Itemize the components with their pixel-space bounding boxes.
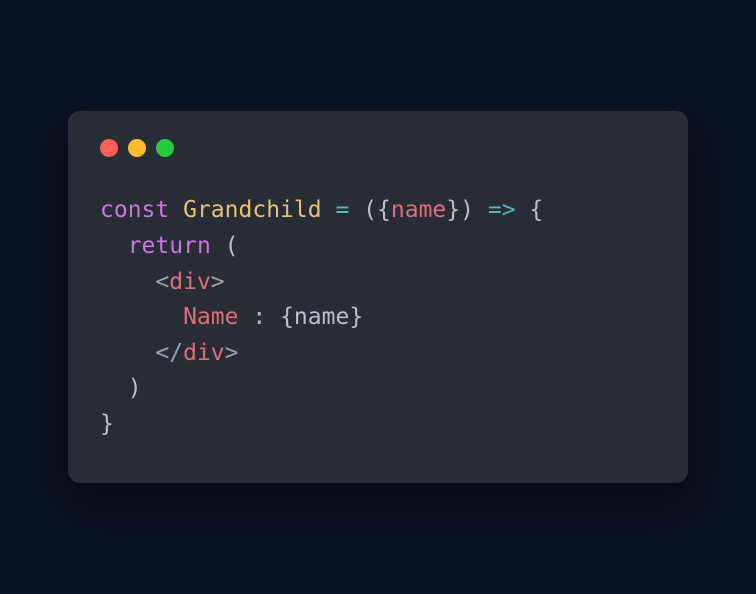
jsx-text: Name xyxy=(183,304,238,330)
angle-bracket: < xyxy=(155,269,169,295)
brace: } xyxy=(446,197,460,223)
keyword-return: return xyxy=(128,233,211,259)
angle-bracket: </ xyxy=(155,340,183,366)
paren: ) xyxy=(460,197,474,223)
maximize-icon[interactable] xyxy=(156,139,174,157)
param-name: name xyxy=(391,197,446,223)
minimize-icon[interactable] xyxy=(128,139,146,157)
code-window: const Grandchild = ({name}) => { return … xyxy=(68,111,688,482)
jsx-expression: name xyxy=(294,304,349,330)
brace: { xyxy=(529,197,543,223)
arrow-operator: => xyxy=(488,197,516,223)
brace: } xyxy=(100,411,114,437)
paren: ( xyxy=(363,197,377,223)
brace: { xyxy=(377,197,391,223)
code-block: const Grandchild = ({name}) => { return … xyxy=(100,193,656,442)
colon: : xyxy=(252,304,266,330)
angle-bracket: > xyxy=(211,269,225,295)
brace: { xyxy=(280,304,294,330)
function-name: Grandchild xyxy=(183,197,321,223)
keyword-const: const xyxy=(100,197,169,223)
paren: ) xyxy=(128,375,142,401)
jsx-tag: div xyxy=(183,340,225,366)
close-icon[interactable] xyxy=(100,139,118,157)
brace: } xyxy=(349,304,363,330)
paren: ( xyxy=(225,233,239,259)
jsx-tag: div xyxy=(169,269,211,295)
angle-bracket: > xyxy=(225,340,239,366)
equals-operator: = xyxy=(335,197,349,223)
traffic-lights xyxy=(100,139,656,157)
